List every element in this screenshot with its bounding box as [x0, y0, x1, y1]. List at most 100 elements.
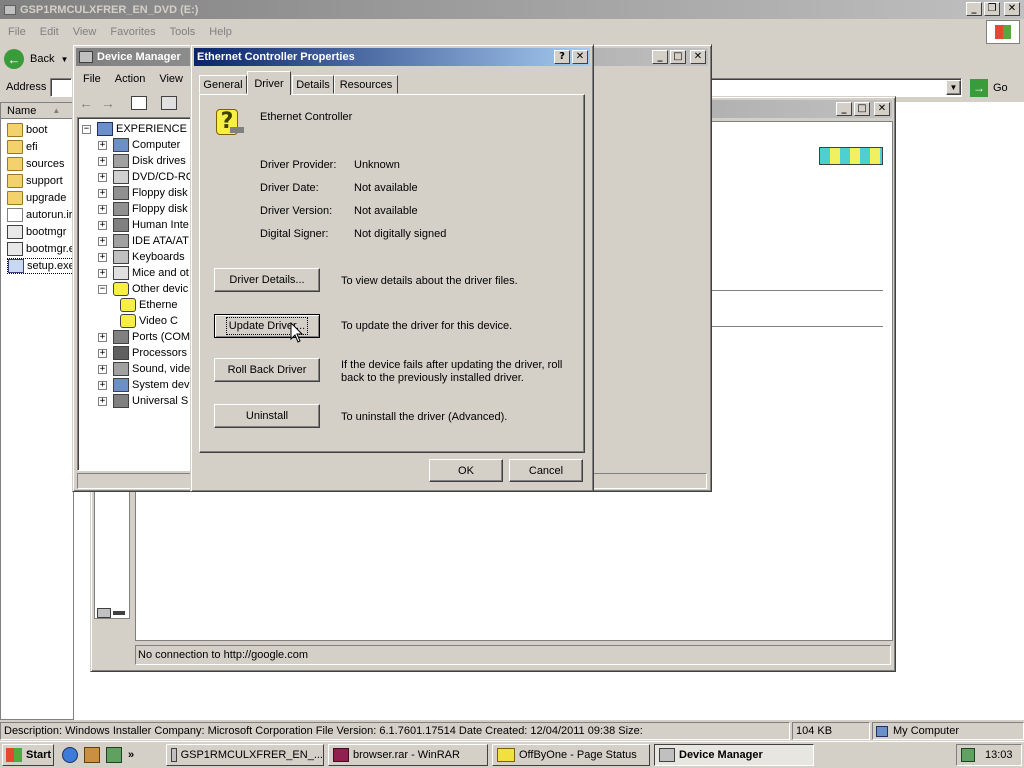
expand-toggle[interactable]: +	[98, 396, 107, 406]
device-manager-menubar: File Action View	[83, 71, 197, 87]
tree-item[interactable]: + Universal S	[98, 393, 188, 409]
expand-toggle[interactable]: +	[98, 332, 107, 342]
restore-button[interactable]: ❐	[984, 2, 1000, 16]
tree-item[interactable]: + Computer	[98, 137, 180, 153]
explorer-titlebar[interactable]: GSP1RMCULXFRER_EN_DVD (E:) _ ❐ ✕	[0, 0, 1024, 19]
address-dropdown-button[interactable]: ▼	[946, 80, 961, 95]
task-offbyone[interactable]: OffByOne - Page Status	[492, 744, 650, 766]
tree-item[interactable]: + Floppy disk	[98, 201, 188, 217]
browser-quicklaunch-icon[interactable]	[62, 747, 78, 763]
menu-edit[interactable]: Edit	[40, 26, 59, 38]
network-tray-icon[interactable]	[961, 748, 975, 762]
close-button[interactable]: ✕	[1004, 2, 1020, 16]
device-tree: − EXPERIENCE + Computer + Disk drives + DVD/C…	[77, 117, 197, 471]
go-button[interactable]: → Go	[970, 79, 1008, 97]
update-driver-button[interactable]: Update Driver...	[214, 314, 320, 338]
file-item[interactable]: boot	[7, 122, 47, 138]
expand-toggle[interactable]: +	[98, 156, 107, 166]
uninstall-button[interactable]: Uninstall	[214, 404, 320, 428]
tree-item[interactable]: Etherne	[120, 297, 178, 313]
close-button[interactable]: ✕	[874, 102, 890, 116]
expand-toggle[interactable]: +	[98, 236, 107, 246]
menu-file[interactable]: File	[83, 73, 101, 85]
back-arrow-icon[interactable]: ←	[79, 95, 93, 111]
expand-toggle[interactable]: +	[98, 188, 107, 198]
chevron-more-icon[interactable]: »	[128, 749, 134, 761]
expand-toggle[interactable]: +	[98, 220, 107, 230]
clock[interactable]: 13:03	[985, 749, 1013, 761]
tab-details[interactable]: Details	[292, 75, 334, 94]
expand-toggle[interactable]: +	[98, 364, 107, 374]
file-item[interactable]: efi	[7, 139, 38, 155]
file-item-selected[interactable]: setup.exe	[7, 258, 76, 274]
expand-toggle[interactable]: +	[98, 172, 107, 182]
file-item[interactable]: upgrade	[7, 190, 66, 206]
tool-quicklaunch-icon[interactable]	[84, 747, 100, 763]
properties-icon[interactable]	[161, 96, 177, 110]
menu-file[interactable]: File	[8, 26, 26, 38]
address-input[interactable]	[50, 78, 72, 97]
maximize-button[interactable]: □	[854, 102, 870, 116]
driver-version-value: Not available	[354, 205, 418, 217]
unknown-device-icon	[120, 314, 136, 328]
tree-item[interactable]: + System dev	[98, 377, 189, 393]
close-button[interactable]: ✕	[690, 50, 706, 64]
tree-root[interactable]: − EXPERIENCE	[82, 121, 187, 137]
tree-item[interactable]: + Sound, vide	[98, 361, 190, 377]
tree-item[interactable]: + Ports (COM	[98, 329, 190, 345]
maximize-button[interactable]: □	[670, 50, 686, 64]
forward-arrow-icon[interactable]: →	[101, 95, 115, 111]
expand-toggle[interactable]: +	[98, 348, 107, 358]
expand-toggle[interactable]: +	[98, 204, 107, 214]
start-button[interactable]: Start	[2, 744, 54, 766]
dialog-titlebar[interactable]: Ethernet Controller Properties ? ✕	[194, 48, 590, 66]
collapse-toggle[interactable]: −	[98, 284, 107, 294]
tab-general[interactable]: General	[199, 75, 247, 94]
settings-quicklaunch-icon[interactable]	[106, 747, 122, 763]
file-item[interactable]: sources	[7, 156, 65, 172]
console-tree-icon[interactable]	[131, 96, 147, 110]
ok-button[interactable]: OK	[429, 459, 503, 482]
menu-tools[interactable]: Tools	[170, 26, 196, 38]
driver-details-button[interactable]: Driver Details...	[214, 268, 320, 292]
minimize-button[interactable]: _	[966, 2, 982, 16]
file-item[interactable]: autorun.ir	[7, 207, 72, 223]
file-item[interactable]: bootmgr.e	[7, 241, 75, 257]
tree-item[interactable]: + Keyboards	[98, 249, 185, 265]
task-device-manager[interactable]: Device Manager	[654, 744, 814, 766]
tab-driver[interactable]: Driver	[247, 71, 291, 95]
expand-toggle[interactable]: +	[98, 252, 107, 262]
tab-resources[interactable]: Resources	[334, 75, 398, 94]
close-button[interactable]: ✕	[572, 50, 588, 64]
expand-toggle[interactable]: +	[98, 268, 107, 278]
help-button[interactable]: ?	[554, 50, 570, 64]
menu-view[interactable]: View	[159, 73, 183, 85]
menu-favorites[interactable]: Favorites	[110, 26, 155, 38]
tree-item[interactable]: + Floppy disk	[98, 185, 188, 201]
task-explorer[interactable]: GSP1RMCULXFRER_EN_...	[166, 744, 324, 766]
tree-item[interactable]: + Mice and ot	[98, 265, 189, 281]
tree-item[interactable]: + Processors	[98, 345, 187, 361]
back-button[interactable]: ← Back ▼	[4, 48, 68, 70]
tree-item[interactable]: − Other devic	[98, 281, 188, 297]
collapse-toggle[interactable]: −	[82, 124, 91, 134]
tree-item[interactable]: + Disk drives	[98, 153, 186, 169]
minimize-button[interactable]: _	[836, 102, 852, 116]
cancel-button[interactable]: Cancel	[509, 459, 583, 482]
menu-view[interactable]: View	[73, 26, 97, 38]
column-header-name[interactable]: Name ▲	[1, 103, 75, 119]
expand-toggle[interactable]: +	[98, 140, 107, 150]
menu-action[interactable]: Action	[115, 73, 146, 85]
file-item[interactable]: support	[7, 173, 63, 189]
minimize-button[interactable]: _	[652, 50, 668, 64]
expand-toggle[interactable]: +	[98, 380, 107, 390]
menu-help[interactable]: Help	[209, 26, 232, 38]
address-input-right[interactable]	[708, 78, 962, 97]
file-item[interactable]: bootmgr	[7, 224, 66, 240]
tree-item[interactable]: + DVD/CD-RC	[98, 169, 194, 185]
task-winrar[interactable]: browser.rar - WinRAR	[328, 744, 488, 766]
tree-item[interactable]: Video C	[120, 313, 178, 329]
tree-item[interactable]: + Human Inte	[98, 217, 189, 233]
roll-back-driver-button[interactable]: Roll Back Driver	[214, 358, 320, 382]
tree-item[interactable]: + IDE ATA/AT	[98, 233, 189, 249]
